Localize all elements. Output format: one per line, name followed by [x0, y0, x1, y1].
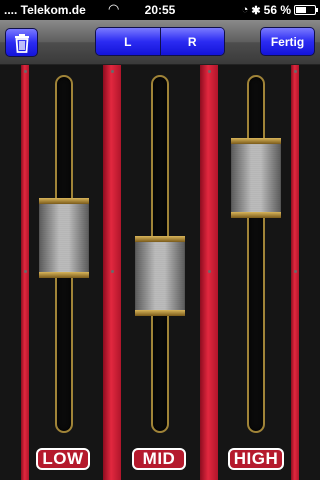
screw [207, 270, 211, 273]
fader-knob-mid[interactable] [135, 236, 185, 316]
fader-knob-high[interactable] [231, 138, 281, 218]
screw [207, 70, 211, 73]
segment-left[interactable]: L [96, 28, 160, 55]
knob-grip [40, 204, 88, 272]
knob-cap [135, 310, 185, 316]
rotation-lock-icon: ◔ [241, 4, 249, 16]
screw [293, 70, 297, 73]
screw [23, 70, 27, 73]
done-button[interactable]: Fertig [260, 27, 315, 56]
screw [293, 270, 297, 273]
band-label-mid: MID [132, 448, 186, 470]
fader-slot-high [247, 75, 265, 433]
rail-4 [291, 65, 299, 480]
battery-icon [294, 5, 318, 15]
band-label-high: HIGH [228, 448, 284, 470]
channel-selector: L R [95, 27, 225, 56]
rail-1 [21, 65, 29, 480]
knob-grip [136, 242, 184, 310]
battery-fill [296, 7, 306, 13]
knob-cap [39, 272, 89, 278]
toolbar: L R Fertig [0, 20, 320, 65]
screw [110, 270, 114, 273]
bluetooth-icon: ✱ [251, 4, 261, 17]
equalizer-panel: LOW MID HIGH [0, 65, 320, 480]
rail-3 [200, 65, 218, 480]
fader-knob-low[interactable] [39, 198, 89, 278]
knob-cap [231, 212, 281, 218]
delete-button[interactable] [5, 28, 38, 57]
battery-percent: 56 % [263, 3, 291, 17]
rail-2 [103, 65, 121, 480]
status-bar: .... Telekom.de ◠ 20:55 ◔ ✱ 56 % [0, 0, 320, 20]
status-right: ◔ ✱ 56 % [241, 3, 318, 17]
knob-grip [232, 144, 280, 212]
screw [110, 70, 114, 73]
screw [23, 270, 27, 273]
trash-icon [14, 33, 29, 53]
band-label-low: LOW [36, 448, 90, 470]
segment-right[interactable]: R [159, 28, 224, 55]
